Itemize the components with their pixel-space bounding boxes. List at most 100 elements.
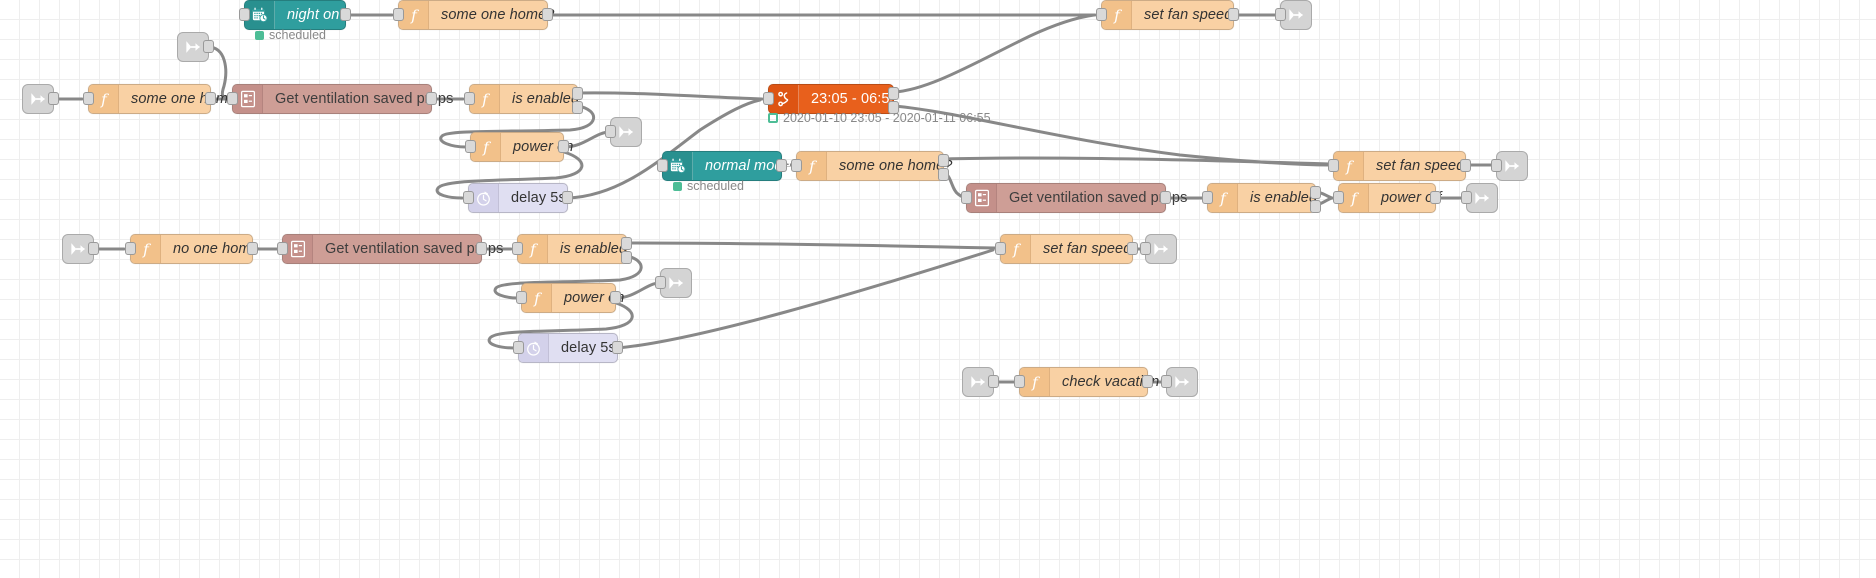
output-port-1[interactable]: [621, 237, 632, 250]
input-port[interactable]: [657, 159, 668, 172]
input-port[interactable]: [1328, 159, 1339, 172]
output-port[interactable]: [426, 92, 437, 105]
input-port[interactable]: [1096, 8, 1107, 21]
input-port[interactable]: [516, 291, 527, 304]
node-time-range[interactable]: 23:05 - 06:55: [763, 84, 899, 114]
input-port[interactable]: [763, 92, 774, 105]
output-port-2[interactable]: [938, 168, 949, 181]
output-port[interactable]: [340, 8, 351, 21]
output-port-2[interactable]: [1310, 200, 1321, 213]
input-port[interactable]: [961, 191, 972, 204]
output-port[interactable]: [1160, 191, 1171, 204]
input-port[interactable]: [464, 92, 475, 105]
node-is-enabled-2[interactable]: f is enabled: [1202, 183, 1321, 213]
link-in-check-vacation[interactable]: [962, 367, 999, 397]
output-port[interactable]: [203, 40, 214, 53]
output-port[interactable]: [558, 140, 569, 153]
link-out-above-props[interactable]: [177, 32, 214, 62]
output-port[interactable]: [612, 341, 623, 354]
node-power-off[interactable]: f power off: [1333, 183, 1441, 213]
output-port[interactable]: [48, 92, 59, 105]
input-port[interactable]: [463, 191, 474, 204]
input-port[interactable]: [277, 242, 288, 255]
link-out-check-vacation[interactable]: [1161, 367, 1198, 397]
output-port[interactable]: [1127, 242, 1138, 255]
link-out-power-off[interactable]: [1461, 183, 1498, 213]
node-power-on-2[interactable]: f power on: [516, 283, 624, 313]
node-set-fan-speed-mid[interactable]: f set fan speed: [1328, 151, 1471, 181]
input-port[interactable]: [125, 242, 136, 255]
node-delay-5s-2[interactable]: delay 5s: [513, 333, 623, 363]
output-port[interactable]: [776, 159, 787, 172]
output-port[interactable]: [247, 242, 258, 255]
input-port[interactable]: [995, 242, 1006, 255]
output-port[interactable]: [88, 242, 99, 255]
output-port[interactable]: [1430, 191, 1441, 204]
node-no-one-home[interactable]: f no one home: [125, 234, 259, 264]
link-out-set-fan-speed-bottom[interactable]: [1140, 234, 1177, 264]
output-port[interactable]: [988, 375, 999, 388]
link-in-no-one-home[interactable]: [62, 234, 99, 264]
output-port[interactable]: [610, 291, 621, 304]
status-text: 2020-01-10 23:05 - 2020-01-11 06:55: [783, 111, 991, 125]
node-some-one-home-q-mid[interactable]: f some one home?: [791, 151, 952, 181]
input-port[interactable]: [1140, 242, 1151, 255]
input-port[interactable]: [791, 159, 802, 172]
node-get-ventilation-saved-props-1[interactable]: Get ventilation saved props: [227, 84, 453, 114]
link-out-icon: [1175, 376, 1189, 388]
link-out-icon: [669, 277, 683, 289]
input-port[interactable]: [655, 276, 666, 289]
input-port[interactable]: [1014, 375, 1025, 388]
input-port[interactable]: [1333, 191, 1344, 204]
output-port[interactable]: [542, 8, 553, 21]
node-check-vacation[interactable]: f check vacation: [1014, 367, 1159, 397]
node-some-one-home[interactable]: f some one home: [83, 84, 236, 114]
flow-canvas[interactable]: night on scheduled f some one home? f se…: [0, 0, 1876, 578]
node-normal-mode[interactable]: normal mode: [657, 151, 791, 181]
link-in-some-one-home[interactable]: [22, 84, 59, 114]
output-port-1[interactable]: [572, 87, 583, 100]
input-port[interactable]: [1275, 8, 1286, 21]
input-port[interactable]: [393, 8, 404, 21]
input-port[interactable]: [1161, 375, 1172, 388]
input-port[interactable]: [239, 8, 250, 21]
node-is-enabled-3[interactable]: f is enabled: [512, 234, 632, 264]
link-out-is-enabled-1[interactable]: [605, 117, 642, 147]
output-port[interactable]: [1142, 375, 1153, 388]
link-out-set-fan-speed-mid[interactable]: [1491, 151, 1528, 181]
node-get-ventilation-saved-props-3[interactable]: Get ventilation saved props: [277, 234, 503, 264]
link-out-icon: [1289, 9, 1303, 21]
node-delay-5s-1[interactable]: delay 5s: [463, 183, 573, 213]
node-power-on-1[interactable]: f power on: [465, 132, 573, 162]
input-port[interactable]: [1491, 159, 1502, 172]
output-port-1[interactable]: [888, 87, 899, 100]
output-port-1[interactable]: [938, 154, 949, 167]
output-port[interactable]: [1460, 159, 1471, 172]
node-night-on[interactable]: night on: [239, 0, 351, 30]
output-port[interactable]: [562, 191, 573, 204]
input-port[interactable]: [513, 341, 524, 354]
input-port[interactable]: [1202, 191, 1213, 204]
output-port[interactable]: [1228, 8, 1239, 21]
node-some-one-home-q-top[interactable]: f some one home?: [393, 0, 554, 30]
input-port[interactable]: [465, 140, 476, 153]
output-port-2[interactable]: [572, 101, 583, 114]
svg-text:f: f: [410, 6, 419, 24]
output-port[interactable]: [205, 92, 216, 105]
node-get-ventilation-saved-props-2[interactable]: Get ventilation saved props: [961, 183, 1187, 213]
input-port[interactable]: [605, 125, 616, 138]
link-out-power-on-2[interactable]: [655, 268, 692, 298]
node-is-enabled-1[interactable]: f is enabled: [464, 84, 583, 114]
node-set-fan-speed-top[interactable]: f set fan speed: [1096, 0, 1239, 30]
svg-text:f: f: [482, 138, 491, 156]
output-port-1[interactable]: [1310, 186, 1321, 199]
link-out-top-right[interactable]: [1275, 0, 1312, 30]
input-port[interactable]: [1461, 191, 1472, 204]
link-out-icon: [619, 126, 633, 138]
input-port[interactable]: [83, 92, 94, 105]
node-set-fan-speed-bottom[interactable]: f set fan speed: [995, 234, 1138, 264]
output-port-2[interactable]: [621, 251, 632, 264]
output-port[interactable]: [476, 242, 487, 255]
input-port[interactable]: [227, 92, 238, 105]
input-port[interactable]: [512, 242, 523, 255]
